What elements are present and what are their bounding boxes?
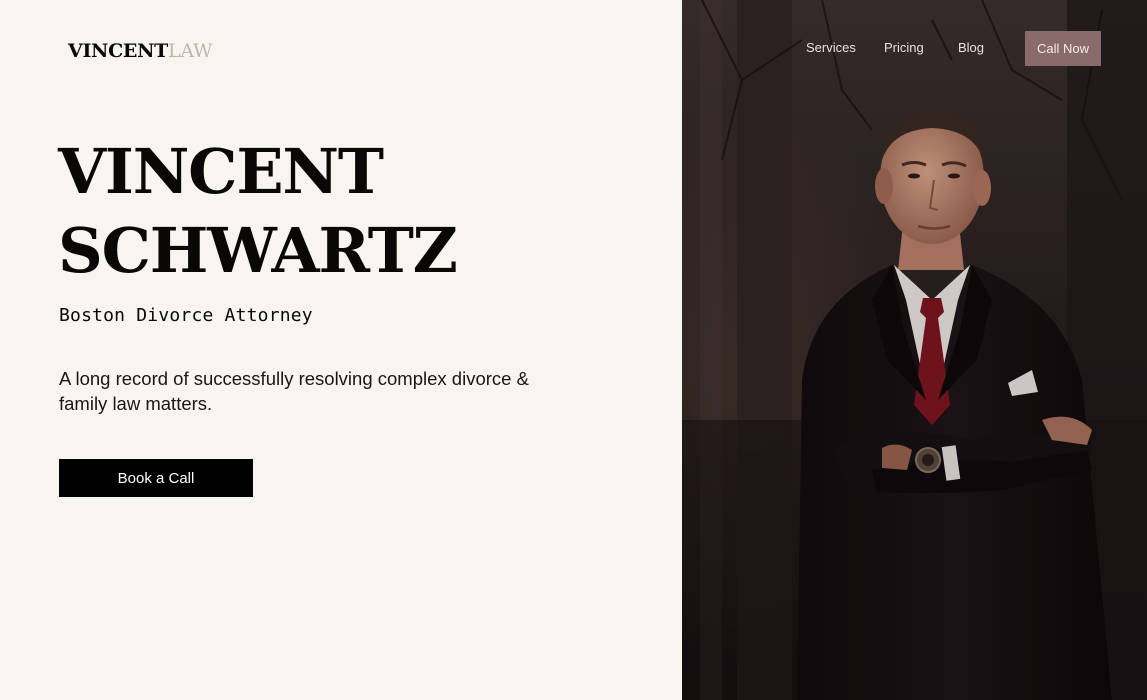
hero-title-line-1: VINCENT [58,135,384,208]
site-logo[interactable]: VINCENTLAW [68,39,213,63]
hero-title: VINCENT SCHWARTZ [58,132,458,290]
hero-description: A long record of successfully resolving … [59,368,529,414]
attorney-portrait-photo [682,0,1147,700]
logo-part-secondary: LAW [168,40,213,62]
hero-title-line-2: SCHWARTZ [58,214,458,287]
nav-link-pricing[interactable]: Pricing [884,40,924,55]
logo-part-primary: VINCENT [68,40,169,62]
hero-left-panel: VINCENTLAW VINCENT SCHWARTZ Boston Divor… [0,0,682,700]
nav-link-services[interactable]: Services [806,40,856,55]
hero-photo-panel: Services Pricing Blog Call Now [682,0,1147,700]
hero-subtitle: Boston Divorce Attorney [59,305,313,326]
book-a-call-button[interactable]: Book a Call [59,459,253,497]
nav-link-blog[interactable]: Blog [958,40,984,55]
call-now-button[interactable]: Call Now [1025,31,1101,66]
